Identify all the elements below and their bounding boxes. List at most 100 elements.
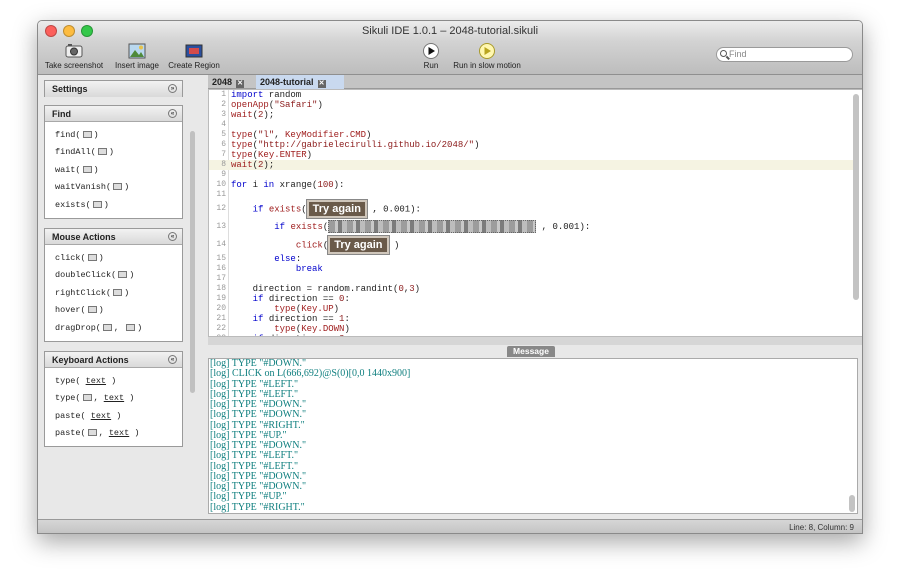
image-thumb-icon bbox=[102, 323, 112, 331]
log-line: [log] TYPE "#UP." bbox=[210, 429, 287, 441]
log-line: [log] CLICK on L(666,692)@S(0)[0,0 1440x… bbox=[210, 368, 411, 380]
code-line: 17 bbox=[216, 274, 226, 283]
rightclick-command[interactable]: rightClick() bbox=[45, 285, 182, 302]
keyboard-actions-panel: Keyboard Actions « type( text ) type(, t… bbox=[44, 351, 183, 447]
search-input[interactable]: Find bbox=[716, 47, 853, 62]
code-line: 4 bbox=[221, 120, 226, 129]
code-line: 1 import random bbox=[221, 90, 302, 100]
log-line: [log] TYPE "#DOWN." bbox=[210, 440, 307, 451]
paste-image-text-command[interactable]: paste(, text ) bbox=[45, 425, 182, 442]
play-slow-icon bbox=[478, 43, 496, 59]
sidebar-scrollbar[interactable] bbox=[190, 131, 195, 393]
pane-splitter[interactable] bbox=[208, 337, 862, 345]
code-line: 20 type(Key.UP) bbox=[216, 304, 340, 314]
findall-command[interactable]: findAll() bbox=[45, 144, 182, 161]
editor-scrollbar[interactable] bbox=[853, 94, 859, 300]
code-line: 5 type("l", KeyModifier.CMD) bbox=[221, 130, 372, 140]
take-screenshot-button[interactable]: Take screenshot bbox=[44, 41, 104, 70]
image-thumb-icon bbox=[87, 254, 97, 261]
keyboard-actions-header[interactable]: Keyboard Actions « bbox=[45, 352, 182, 368]
code-line: 3 wait(2); bbox=[221, 110, 275, 120]
exists-command[interactable]: exists() bbox=[45, 197, 182, 214]
expand-chevron-icon[interactable]: » bbox=[168, 84, 177, 93]
paste-text-command[interactable]: paste( text ) bbox=[45, 408, 182, 425]
log-list: [log] TYPE "#DOWN." [log] CLICK on L(666,… bbox=[209, 359, 857, 513]
blurred-image-pattern[interactable] bbox=[328, 220, 537, 234]
minimize-window-button[interactable] bbox=[63, 25, 75, 37]
log-line: [log] TYPE "#DOWN." bbox=[210, 481, 307, 492]
title-bar: Sikuli IDE 1.0.1 – 2048-tutorial.sikuli bbox=[38, 21, 862, 41]
image-thumb-icon bbox=[97, 148, 107, 156]
log-line: [log] TYPE "#LEFT." bbox=[210, 388, 299, 400]
window-title: Sikuli IDE 1.0.1 – 2048-tutorial.sikuli bbox=[361, 25, 539, 37]
search-icon bbox=[720, 50, 727, 57]
code-editor[interactable]: 1 import random 2 openApp("Safari") 3 wait(… bbox=[208, 89, 862, 337]
ide-window: Sikuli IDE 1.0.1 – 2048-tutorial.sikuli … bbox=[37, 20, 863, 534]
tab-2048[interactable]: 2048 ✕ bbox=[208, 75, 252, 89]
log-line: [log] TYPE "#DOWN." bbox=[210, 399, 307, 410]
collapse-chevron-icon[interactable]: « bbox=[168, 232, 177, 241]
click-command[interactable]: click() bbox=[45, 250, 182, 267]
console-scrollbar[interactable] bbox=[849, 495, 855, 512]
image-thumb-icon bbox=[87, 306, 97, 314]
try-again-image-pattern[interactable]: Try again bbox=[305, 199, 368, 219]
try-again-image-pattern[interactable]: Try again bbox=[327, 235, 390, 255]
collapse-chevron-icon[interactable]: « bbox=[168, 355, 177, 364]
code-line: 2 openApp("Safari") bbox=[221, 100, 323, 110]
cursor-position: Line: 8, Column: 9 bbox=[789, 523, 854, 532]
image-thumb-icon bbox=[82, 165, 92, 173]
close-tab-icon[interactable]: ✕ bbox=[236, 80, 245, 88]
log-line: [log] TYPE "#RIGHT." bbox=[210, 501, 305, 513]
image-thumb-icon bbox=[87, 429, 97, 437]
code-line: 9 bbox=[221, 170, 226, 179]
code-line: 15 else: bbox=[216, 254, 302, 264]
wait-command[interactable]: wait() bbox=[45, 162, 182, 179]
image-thumb-icon bbox=[113, 183, 123, 191]
code-line: 18 direction = random.randint(0,3) bbox=[216, 284, 421, 294]
mouse-actions-panel: Mouse Actions « click() doubleClick() ri… bbox=[44, 228, 183, 342]
log-line: [log] TYPE "#DOWN." bbox=[210, 409, 307, 421]
log-line: [log] TYPE "#LEFT." bbox=[210, 378, 299, 390]
code-line: 7 type(Key.ENTER) bbox=[221, 150, 313, 160]
hover-command[interactable]: hover() bbox=[45, 302, 182, 319]
log-line: [log] TYPE "#RIGHT." bbox=[210, 419, 305, 431]
sidebar: Settings » Find « find() findAll() wait(… bbox=[38, 75, 200, 519]
log-line: [log] TYPE "#DOWN." bbox=[210, 470, 307, 482]
image-thumb-icon bbox=[113, 288, 123, 296]
message-console: [log] TYPE "#DOWN." [log] CLICK on L(666,… bbox=[208, 358, 858, 514]
code-line: 13 if exists( , 0.001): bbox=[216, 220, 591, 234]
find-command[interactable]: find() bbox=[45, 127, 182, 144]
zoom-window-button[interactable] bbox=[81, 25, 93, 37]
run-slow-motion-button[interactable]: Run in slow motion bbox=[452, 41, 522, 70]
image-thumb-icon bbox=[82, 131, 92, 138]
run-button[interactable]: Run bbox=[419, 41, 443, 70]
type-text-command[interactable]: type( text ) bbox=[45, 373, 182, 390]
message-tab[interactable]: Message bbox=[507, 346, 555, 357]
close-window-button[interactable] bbox=[45, 25, 57, 37]
create-region-button[interactable]: Create Region bbox=[168, 41, 220, 70]
dragdrop-command[interactable]: dragDrop(, ) bbox=[45, 320, 182, 337]
settings-header[interactable]: Settings » bbox=[45, 81, 182, 97]
editor-tabs: 2048 ✕ 2048-tutorial ✕ bbox=[208, 75, 862, 89]
code-line: 10 for i in xrange(100): bbox=[216, 180, 345, 190]
type-image-text-command[interactable]: type(, text ) bbox=[45, 390, 182, 407]
code-line: 14 click(Try again ) bbox=[209, 235, 857, 255]
status-bar: Line: 8, Column: 9 bbox=[38, 519, 862, 533]
waitvanish-command[interactable]: waitVanish() bbox=[45, 179, 182, 196]
log-line: [log] TYPE "#UP." bbox=[210, 491, 287, 503]
play-icon bbox=[422, 43, 440, 59]
close-tab-icon[interactable]: ✕ bbox=[317, 80, 326, 88]
settings-panel: Settings » bbox=[44, 80, 183, 97]
find-header[interactable]: Find « bbox=[45, 106, 182, 122]
image-icon bbox=[128, 43, 146, 59]
code-line: 19 if direction == 0: bbox=[216, 294, 350, 304]
region-icon bbox=[185, 43, 203, 59]
image-thumb-icon bbox=[92, 200, 102, 208]
doubleclick-command[interactable]: doubleClick() bbox=[45, 267, 182, 284]
image-thumb-icon bbox=[118, 271, 128, 279]
mouse-actions-header[interactable]: Mouse Actions « bbox=[45, 229, 182, 245]
insert-image-button[interactable]: Insert image bbox=[111, 41, 163, 70]
tab-2048-tutorial[interactable]: 2048-tutorial ✕ bbox=[256, 75, 344, 89]
collapse-chevron-icon[interactable]: « bbox=[168, 109, 177, 118]
code-line: 12 if exists(Try again , 0.001): bbox=[209, 199, 857, 219]
